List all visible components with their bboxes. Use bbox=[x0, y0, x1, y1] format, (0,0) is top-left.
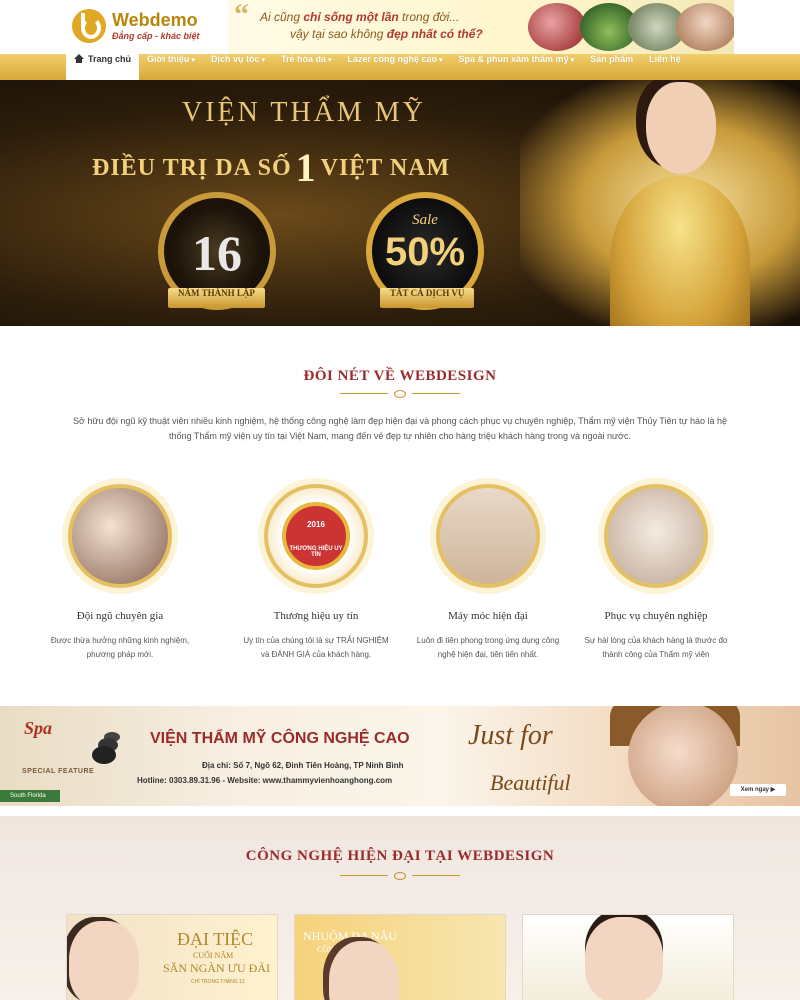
card-headline: NHUỘM DA NÂU bbox=[303, 929, 398, 943]
card-note: CHỈ TRONG THÁNG 12 bbox=[191, 979, 245, 985]
chevron-down-icon: ▾ bbox=[191, 57, 195, 64]
region-label: South Florida bbox=[0, 790, 60, 802]
nav-item-1[interactable]: Trang chủ bbox=[66, 54, 140, 80]
nav-item-7[interactable]: Sản phẩm bbox=[582, 54, 641, 80]
sale-percent: 50% bbox=[384, 230, 466, 274]
title-ornament-icon bbox=[340, 390, 460, 398]
sale-ribbon: TẤT CẢ DỊCH VỤ bbox=[380, 288, 475, 308]
about-title: ĐÔI NÉT VỀ WEBDESIGN bbox=[303, 368, 497, 384]
home-icon bbox=[74, 54, 84, 63]
promo-quote-line-2: vậy tại sao không đẹp nhất có thể? bbox=[290, 27, 483, 41]
technology-section: CÔNG NGHỆ HIỆN ĐẠI TẠI WEBDESIGN ĐẠI TIỆ… bbox=[0, 816, 800, 1000]
site-logo[interactable]: Webdemo Đẳng cấp - khác biệt bbox=[72, 9, 200, 43]
feature-professional-service[interactable]: Phục vụ chuyên nghiệp Sự hài lòng của kh… bbox=[576, 484, 736, 662]
title-ornament-icon bbox=[340, 872, 460, 880]
card-model-image bbox=[329, 941, 399, 1000]
hero-slider[interactable]: VIỆN THẨM MỸ ĐIỀU TRỊ DA SỐ 1 VIỆT NAM 16 … bbox=[0, 80, 800, 326]
nav-item-label: Giới thiệu bbox=[147, 54, 190, 64]
nav-item-label: Spa & phun xăm thẩm mỹ bbox=[458, 54, 569, 64]
banner-script-line-2: Beautiful bbox=[490, 770, 571, 795]
feature-title: Đội ngũ chuyên gia bbox=[76, 610, 164, 622]
feature-experts[interactable]: Đội ngũ chuyên gia Được thừa hưởng những… bbox=[40, 484, 200, 662]
banner-address: Địa chỉ: Số 7, Ngõ 62, Đinh Tiên Hoàng, … bbox=[202, 761, 404, 770]
nav-item-label: Liên hệ bbox=[649, 54, 681, 64]
quote-mark-icon: “ bbox=[234, 0, 249, 31]
about-section: ĐÔI NÉT VỀ WEBDESIGN Sở hữu đội ngũ kỹ t… bbox=[0, 326, 800, 696]
feature-desc: Luôn đi tiên phong trong ứng dụng công n… bbox=[416, 636, 560, 659]
hero-title: VIỆN THẨM MỸ bbox=[182, 97, 426, 128]
view-now-button[interactable]: Xem ngay ▶ bbox=[730, 784, 786, 796]
machines-photo bbox=[436, 484, 540, 588]
spa-logo: Spa bbox=[24, 718, 53, 738]
nav-item-8[interactable]: Liên hệ bbox=[641, 54, 689, 80]
feature-trusted-brand[interactable]: 2016 THƯƠNG HIỆU UY TÍN Thương hiệu uy t… bbox=[236, 484, 396, 662]
logo-tagline: Đẳng cấp - khác biệt bbox=[112, 31, 200, 41]
header-promo-banner: “ Ai cũng chỉ sống một lần trong đời... … bbox=[228, 0, 734, 54]
spa-stones-icon bbox=[92, 746, 116, 764]
nav-item-label: Lazer công nghệ cao bbox=[347, 54, 438, 64]
feature-title: Máy móc hiện đại bbox=[448, 610, 528, 622]
feature-desc: Sự hài lòng của khách hàng là thước đo t… bbox=[584, 636, 728, 659]
card-model-image bbox=[69, 921, 139, 1000]
card-headline: ĐẠI TIỆC bbox=[177, 929, 254, 949]
main-nav-items: Trang chủ Giới thiệu ▾ Dịch vụ tóc ▾ Trẻ hóa … bbox=[66, 54, 689, 80]
logo-text: Webdemo Đẳng cấp - khác biệt bbox=[112, 11, 200, 41]
hero-subtitle: ĐIỀU TRỊ DA SỐ 1 VIỆT NAM bbox=[92, 145, 451, 190]
card-model-image bbox=[585, 917, 663, 1000]
service-photo bbox=[604, 484, 708, 588]
nav-item-3[interactable]: Dịch vụ tóc ▾ bbox=[203, 54, 273, 80]
banner-script-line-1: Just for bbox=[468, 720, 553, 751]
nav-item-label: Dịch vụ tóc bbox=[210, 54, 260, 64]
card-offer: SĂN NGÀN ƯU ĐÃI bbox=[163, 961, 270, 975]
chevron-down-icon: ▾ bbox=[439, 57, 443, 64]
tech-card-2[interactable]: NHUỘM DA NÂU CÔNG NGHỆ CAO bbox=[294, 914, 506, 1000]
nav-item-label: Trang chủ bbox=[88, 54, 132, 64]
chevron-down-icon: ▾ bbox=[570, 57, 575, 64]
about-description: Sở hữu đội ngũ kỹ thuật viên nhiều kinh … bbox=[72, 416, 728, 441]
banner-hotline: Hotline: 0303.89.31.96 - Website: www.th… bbox=[137, 776, 393, 785]
feature-title: Phục vụ chuyên nghiệp bbox=[604, 610, 708, 622]
logo-mark-icon bbox=[72, 9, 106, 43]
nav-item-2[interactable]: Giới thiệu ▾ bbox=[139, 54, 203, 80]
feature-modern-machines[interactable]: Máy móc hiện đại Luôn đi tiên phong tron… bbox=[408, 484, 568, 662]
model-face bbox=[646, 82, 716, 174]
trusted-brand-seal: 2016 THƯƠNG HIỆU UY TÍN bbox=[264, 484, 368, 588]
banner-title: VIỆN THẨM MỸ CÔNG NGHỆ CAO bbox=[150, 730, 410, 747]
model-dress bbox=[610, 176, 750, 326]
card-subline: CUỐI NĂM bbox=[193, 951, 234, 960]
chevron-down-icon: ▾ bbox=[327, 57, 332, 64]
promo-photo-massage bbox=[528, 3, 586, 51]
years-number: 16 bbox=[192, 225, 242, 281]
technology-title: CÔNG NGHỆ HIỆN ĐẠI TẠI WEBDESIGN bbox=[245, 848, 555, 864]
spa-subtitle: SPECIAL FEATURE bbox=[22, 768, 95, 775]
feature-title: Thương hiệu uy tín bbox=[273, 610, 359, 622]
site-header: Webdemo Đẳng cấp - khác biệt “ Ai cũng c… bbox=[0, 0, 800, 54]
nav-item-label: Sản phẩm bbox=[590, 54, 634, 64]
promo-quote: Ai cũng chỉ sống một lần trong đời... vậ… bbox=[260, 9, 483, 43]
feature-desc: Uy tín của chúng tôi là sự TRẢI NGHIỆM v… bbox=[243, 636, 389, 659]
promo-banner[interactable]: Spa SPECIAL FEATURE South Florida VIỆN T… bbox=[0, 706, 800, 806]
banner-model-face bbox=[628, 706, 738, 806]
promo-quote-line-1: Ai cũng chỉ sống một lần trong đời... bbox=[260, 10, 460, 24]
years-ribbon: NĂM THÀNH LẬP bbox=[168, 288, 265, 308]
promo-photo-facial bbox=[676, 3, 734, 51]
chevron-down-icon: ▾ bbox=[261, 57, 265, 64]
tech-card-1[interactable]: ĐẠI TIỆC CUỐI NĂM SĂN NGÀN ƯU ĐÃI CHỈ TR… bbox=[66, 914, 278, 1000]
brand-seal-icon: 2016 THƯƠNG HIỆU UY TÍN bbox=[282, 502, 350, 570]
nav-item-label: Trẻ hóa da bbox=[280, 54, 326, 64]
nav-item-4[interactable]: Trẻ hóa da ▾ bbox=[273, 54, 340, 80]
feature-desc: Được thừa hưởng những kinh nghiệm, phươn… bbox=[50, 636, 190, 659]
nav-item-6[interactable]: Spa & phun xăm thẩm mỹ ▾ bbox=[451, 54, 583, 80]
main-nav: Trang chủ Giới thiệu ▾ Dịch vụ tóc ▾ Trẻ hóa … bbox=[0, 54, 800, 80]
sale-label: Sale bbox=[412, 212, 438, 228]
hero-model-image bbox=[600, 80, 760, 326]
logo-name: Webdemo bbox=[112, 10, 198, 30]
tech-card-3[interactable] bbox=[522, 914, 734, 1000]
experts-photo bbox=[68, 484, 172, 588]
nav-item-5[interactable]: Lazer công nghệ cao ▾ bbox=[340, 54, 451, 80]
